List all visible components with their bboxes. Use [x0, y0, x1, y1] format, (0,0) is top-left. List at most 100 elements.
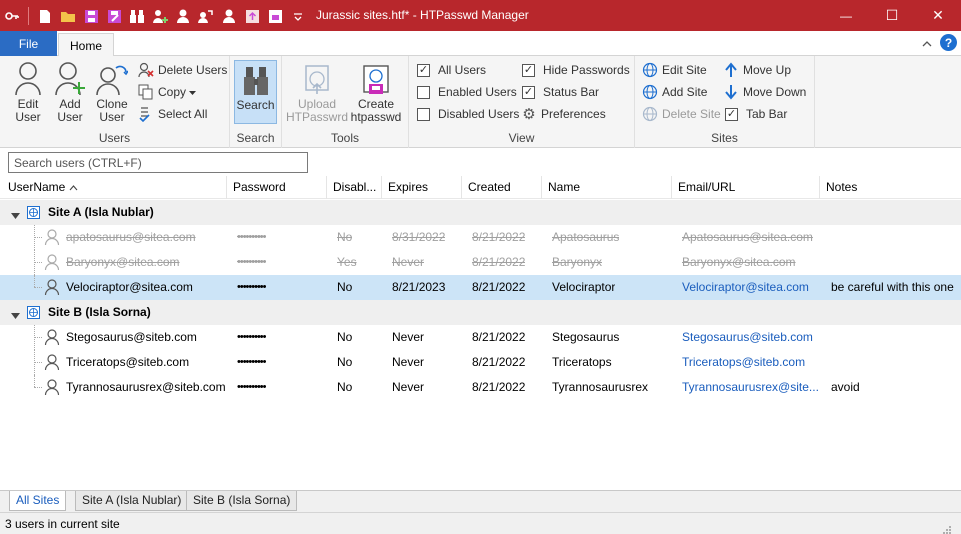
cell-name: Velociraptor [552, 280, 616, 294]
new-file-icon[interactable] [35, 6, 55, 26]
all-users-checkbox[interactable]: ✓ All Users [417, 60, 486, 80]
user-icon[interactable] [173, 6, 193, 26]
maximize-icon: ☐ [885, 7, 899, 23]
column-header-username[interactable]: UserName [2, 176, 227, 199]
column-header-email[interactable]: Email/URL [672, 176, 820, 199]
preferences-button[interactable]: ⚙ Preferences [520, 104, 605, 124]
copy-label: Copy [158, 85, 187, 99]
column-header-name[interactable]: Name [542, 176, 672, 199]
help-icon[interactable]: ? [940, 34, 957, 51]
customize-dropdown-icon[interactable] [288, 6, 308, 26]
edit-user-button[interactable]: Edit User [8, 60, 48, 124]
sort-ascending-icon [69, 180, 78, 194]
tree-line [34, 337, 42, 338]
upload-icon[interactable] [242, 6, 262, 26]
edit-site-button[interactable]: Edit Site [641, 60, 707, 80]
minimize-icon: — [840, 8, 852, 23]
cell-expires: 8/31/2022 [392, 230, 446, 244]
all-users-label: All Users [438, 63, 487, 77]
ribbon-tab-row: File Home ? [0, 31, 961, 57]
group-sites: Edit Site Add Site Delete Site Move Up M… [635, 56, 815, 148]
save-icon[interactable] [81, 6, 101, 26]
copy-icon [137, 84, 155, 100]
create-file-icon[interactable] [265, 6, 285, 26]
copy-dropdown-button[interactable]: Copy [137, 82, 197, 102]
group-tools: Upload HTPasswrd Create htpasswd Tools [282, 56, 409, 148]
search-button[interactable]: Search [234, 60, 277, 124]
collapse-group-icon[interactable] [11, 209, 20, 223]
enabled-users-checkbox[interactable]: Enabled Users [417, 82, 517, 102]
cell-email[interactable]: Triceratops@siteb.com [682, 350, 805, 375]
tab-home[interactable]: Home [58, 33, 114, 57]
select-all-button[interactable]: Select All [137, 104, 207, 124]
disabled-users-checkbox[interactable]: Disabled Users [417, 104, 519, 124]
cell-email[interactable]: Stegosaurus@siteb.com [682, 325, 813, 350]
upload-label-2: HTPasswrd [286, 110, 349, 124]
cell-name: Tyrannosaurusrex [552, 380, 649, 394]
column-header-expires[interactable]: Expires [382, 176, 462, 199]
cell-email[interactable]: Velociraptor@sitea.com [682, 275, 809, 300]
globe-icon [27, 206, 40, 222]
column-header-notes[interactable]: Notes [820, 176, 961, 199]
cell-password: •••••••••• [237, 256, 266, 268]
cell-username: Tyrannosaurusrex@siteb.com [66, 380, 226, 394]
site-tab-site-b[interactable]: Site B (Isla Sorna) [186, 491, 298, 511]
globe-add-icon [641, 84, 659, 100]
hide-passwords-checkbox[interactable]: ✓ Hide Passwords [522, 60, 630, 80]
cell-created: 8/21/2022 [472, 330, 526, 344]
resize-grip-icon[interactable] [943, 519, 951, 534]
cell-disabled: No [337, 355, 353, 369]
cell-password: •••••••••• [237, 331, 266, 343]
maximize-button[interactable]: ☐ [869, 0, 915, 31]
column-header-password[interactable]: Password [227, 176, 327, 199]
tab-file[interactable]: File [0, 31, 57, 56]
tab-bar-checkbox[interactable]: ✓ Tab Bar [725, 104, 787, 124]
status-bar-checkbox[interactable]: ✓ Status Bar [522, 82, 599, 102]
edit-site-label: Edit Site [662, 63, 707, 77]
clone-user-button[interactable]: Clone User [92, 60, 132, 124]
table-row[interactable]: Stegosaurus@siteb.com •••••••••• No Never 8/… [0, 325, 961, 350]
delete-users-button[interactable]: Delete Users [137, 60, 227, 80]
arrow-up-icon [722, 62, 740, 78]
group-row[interactable]: Site A (Isla Nublar) [0, 200, 961, 225]
column-header-disabled[interactable]: Disabl... [327, 176, 382, 199]
table-row[interactable]: Triceratops@siteb.com •••••••••• No Never 8/… [0, 350, 961, 375]
search-input[interactable]: Search users (CTRL+F) [8, 152, 308, 173]
move-down-button[interactable]: Move Down [722, 82, 806, 102]
collapse-ribbon-icon[interactable] [922, 37, 932, 51]
user-icon [44, 229, 60, 249]
cell-email[interactable]: Tyrannosaurusrex@site... [682, 375, 819, 400]
key-icon[interactable] [2, 6, 22, 26]
upload-htpasswrd-button[interactable]: Upload HTPasswrd [286, 60, 349, 124]
search-binoculars-icon[interactable] [127, 6, 147, 26]
open-folder-icon[interactable] [58, 6, 78, 26]
table-row[interactable]: Velociraptor@sitea.com •••••••••• No 8/21/2… [0, 275, 961, 300]
add-user-button[interactable]: Add User [50, 60, 90, 124]
move-up-button[interactable]: Move Up [722, 60, 791, 80]
quick-access-toolbar [2, 6, 311, 26]
add-user-icon[interactable] [150, 6, 170, 26]
minimize-button[interactable]: — [823, 0, 869, 31]
user-icon [44, 329, 60, 349]
group-label-view: View [508, 131, 535, 145]
cell-disabled: No [337, 280, 353, 294]
edit-user-icon[interactable] [219, 6, 239, 26]
add-site-button[interactable]: Add Site [641, 82, 707, 102]
move-up-label: Move Up [743, 63, 792, 77]
site-tab-all-sites[interactable]: All Sites [9, 491, 67, 511]
close-button[interactable]: ✕ [915, 0, 961, 31]
group-row[interactable]: Site B (Isla Sorna) [0, 300, 961, 325]
cell-disabled: No [337, 330, 353, 344]
table-row[interactable]: Tyrannosaurusrex@siteb.com •••••••••• No Ne… [0, 375, 961, 400]
column-header-created[interactable]: Created [462, 176, 542, 199]
create-htpasswd-button[interactable]: Create htpasswd [348, 60, 404, 124]
site-tab-site-a[interactable]: Site A (Isla Nublar) [75, 491, 189, 511]
table-row[interactable]: Baryonyx@sitea.com •••••••••• Yes Never 8/21… [0, 250, 961, 275]
delete-site-button[interactable]: Delete Site [641, 104, 721, 124]
save-as-icon[interactable] [104, 6, 124, 26]
cell-created: 8/21/2022 [472, 280, 526, 294]
collapse-group-icon[interactable] [11, 309, 20, 323]
create-htpasswd-icon [361, 60, 391, 96]
clone-user-icon[interactable] [196, 6, 216, 26]
table-row[interactable]: apatosaurus@sitea.com •••••••••• No 8/31/20… [0, 225, 961, 250]
